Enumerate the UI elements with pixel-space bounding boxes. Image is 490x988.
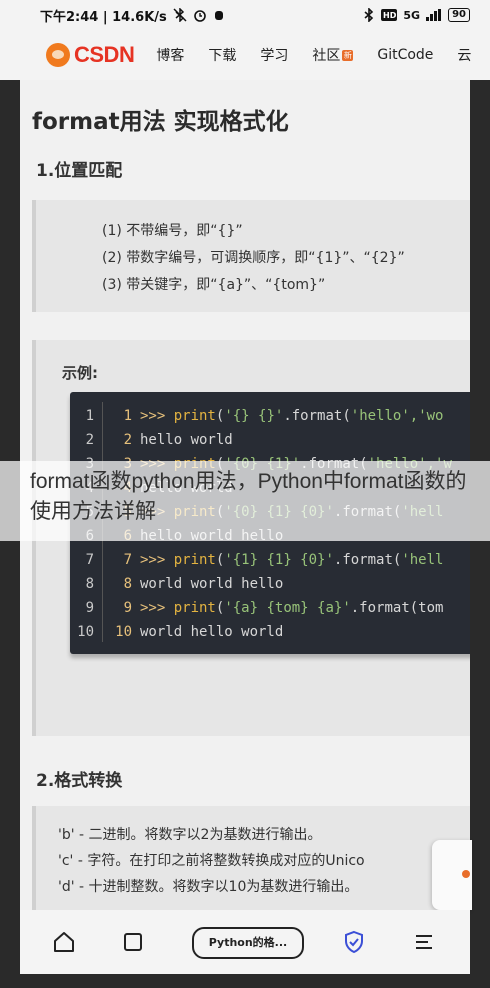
line-number-inner: 8 [123, 576, 132, 592]
line-number-inner: 10 [115, 624, 132, 640]
code-keyword: print [173, 552, 216, 568]
nav-item-community[interactable]: 社区新 [312, 45, 354, 65]
code-string: 'hello','wo [350, 408, 444, 424]
conversion-line: 'd' - 十进制整数。将数字以10为基数进行输出。 [58, 879, 359, 895]
code-method: .format( [283, 408, 351, 424]
time-speed: 下午2:44 | 14.6K/s [40, 9, 167, 25]
dot-icon [462, 870, 470, 878]
line-number-outer: 8 [85, 576, 94, 592]
home-icon[interactable] [52, 930, 76, 954]
line-number-inner: 2 [123, 432, 132, 448]
csdn-logo[interactable]: CSDN [46, 42, 135, 68]
status-left: 下午2:44 | 14.6K/s [40, 6, 225, 25]
section-heading-conversion: 2.格式转换 [36, 771, 123, 791]
conversion-line: 'c' - 字符。在打印之前将整数转换成对应的Unico [58, 853, 365, 869]
code-method: .format(tom [350, 600, 444, 616]
notification-icon [214, 11, 223, 20]
new-badge: 新 [342, 50, 354, 61]
line-number-outer: 2 [85, 432, 94, 448]
menu-icon[interactable] [412, 930, 436, 954]
code-string: '{a} {tom} {a}' [224, 600, 351, 616]
nav-item-learn[interactable]: 学习 [260, 45, 288, 65]
article-title: format用法 实现格式化 [32, 109, 289, 135]
bottom-toolbar: Python的格... [20, 910, 470, 974]
code-line: 10 10 world hello world [70, 620, 283, 644]
code-prompt: >>> [140, 552, 174, 568]
code-string: 'hell [401, 552, 444, 568]
code-output: world hello world [140, 624, 284, 640]
code-keyword: print [173, 600, 216, 616]
code-method: .format( [333, 552, 402, 568]
csdn-mascot-icon [46, 43, 70, 67]
line-number-outer: 9 [85, 600, 94, 616]
line-number-outer: 1 [85, 408, 94, 424]
bluetooth-icon [364, 8, 374, 22]
code-line: 1 1 >>> print('{} {}'.format('hello','wo [70, 404, 444, 428]
line-number-inner: 1 [123, 408, 132, 424]
code-output: hello world [140, 432, 233, 448]
conversion-line: 'b' - 二进制。将数字以2为基数进行输出。 [58, 827, 322, 843]
nav-item-cloud[interactable]: 云 [457, 45, 471, 65]
shield-icon[interactable] [342, 930, 366, 954]
example-label: 示例: [62, 364, 98, 382]
code-string: '{} {}' [224, 408, 284, 424]
battery-indicator: 90 [448, 8, 470, 22]
status-bar: 下午2:44 | 14.6K/s HD 5G 90 [0, 0, 490, 30]
current-tab-pill[interactable]: Python的格... [192, 927, 304, 959]
code-prompt: >>> [140, 600, 174, 616]
conversion-blockquote: 'b' - 二进制。将数字以2为基数进行输出。 'c' - 字符。在打印之前将整… [32, 806, 470, 910]
line-number-inner: 7 [123, 552, 132, 568]
rule-line: (3) 带关键字，即“{a}”、“{tom}” [102, 277, 326, 293]
bluetooth-off-icon [173, 8, 187, 22]
section-heading-position: 1.位置匹配 [36, 161, 123, 181]
rule-line: (1) 不带编号，即“{}” [102, 223, 243, 239]
site-nav: CSDN 博客 下载 学习 社区新 GitCode 云 [0, 30, 490, 80]
code-string: '{1} {1} {0}' [224, 552, 334, 568]
hd-icon: HD [381, 9, 398, 21]
tabs-icon[interactable] [122, 930, 146, 954]
code-line: 2 2 hello world [70, 428, 233, 452]
code-keyword: print [173, 408, 216, 424]
network-type: 5G [403, 8, 421, 22]
nav-item-community-label: 社区 [312, 48, 341, 64]
caption-text: format函数python用法，Python中format函数的使用方法详解 [30, 470, 467, 523]
code-prompt: >>> [140, 408, 174, 424]
rule-line: (2) 带数字编号，可调换顺序，即“{1}”、“{2}” [102, 250, 405, 266]
nav-item-blog[interactable]: 博客 [156, 45, 184, 65]
code-line: 7 7 >>> print('{1} {1} {0}'.format('hell [70, 548, 444, 572]
code-line: 9 9 >>> print('{a} {tom} {a}'.format(tom [70, 596, 444, 620]
nav-item-gitcode[interactable]: GitCode [377, 47, 433, 63]
floating-side-button[interactable] [432, 840, 472, 910]
nav-item-download[interactable]: 下载 [208, 45, 236, 65]
line-number-inner: 9 [123, 600, 132, 616]
rules-blockquote: (1) 不带编号，即“{}” (2) 带数字编号，可调换顺序，即“{1}”、“{… [32, 200, 470, 312]
status-right: HD 5G 90 [363, 8, 470, 22]
svg-text:HD: HD [383, 11, 397, 20]
line-number-outer: 7 [85, 552, 94, 568]
alarm-icon [193, 10, 206, 22]
signal-icon [426, 9, 442, 21]
code-output: world world hello [140, 576, 284, 592]
line-number-outer: 10 [77, 624, 94, 640]
logo-text: CSDN [74, 42, 135, 67]
caption-overlay: format函数python用法，Python中format函数的使用方法详解 [0, 461, 490, 541]
code-line: 8 8 world world hello [70, 572, 284, 596]
